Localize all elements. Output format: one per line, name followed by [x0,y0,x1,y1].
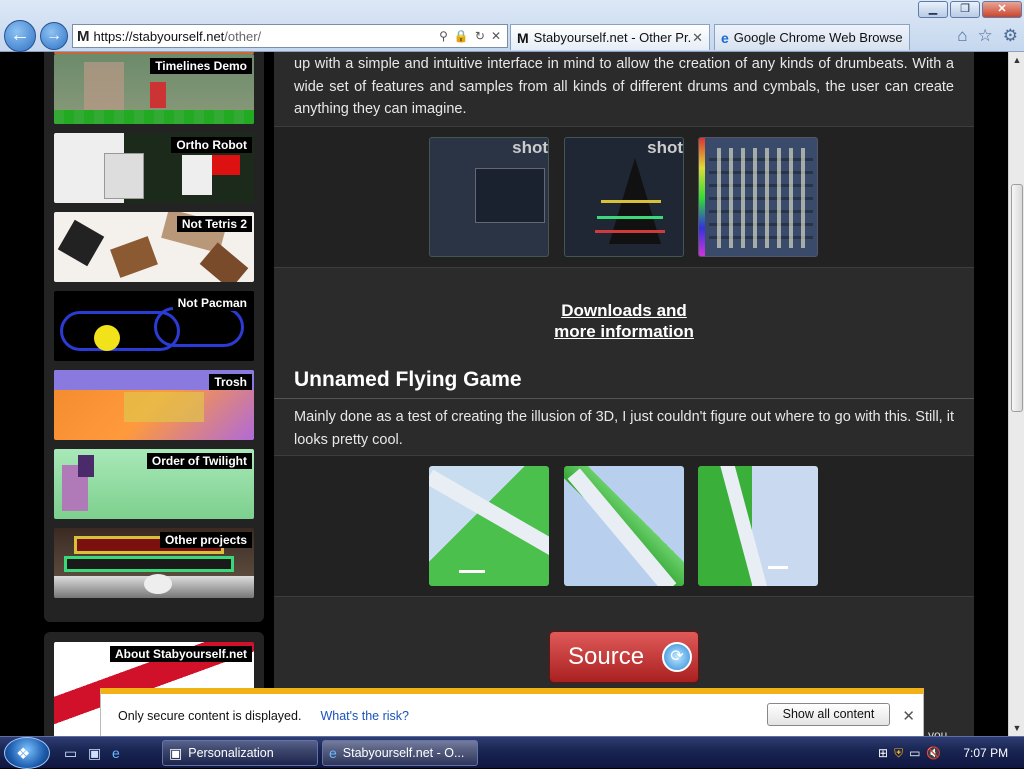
close-icon[interactable]: ✕ [902,707,915,725]
sidebar-item-label: Not Pacman [172,295,252,311]
monitor-icon[interactable]: ▭ [909,746,920,760]
tab-favicon-icon: M [517,29,529,46]
screenshot-6[interactable] [698,466,818,586]
screenshot-4[interactable] [429,466,549,586]
shot-overlay: shot [512,138,548,157]
sidebar-item-not-pacman[interactable]: Not Pacman [54,291,254,361]
browser-toolbar: ▁ ❐ ✕ ← → M https://stabyourself.net/oth… [0,0,1024,52]
address-bar[interactable]: M https://stabyourself.net/other/ ⚲ 🔒 ↻ … [72,24,508,48]
tab-close-icon[interactable]: ✕ [692,30,703,46]
taskbar-item-personalization[interactable]: ▣ Personalization [162,740,318,766]
scroll-up-icon[interactable]: ▲ [1009,52,1024,68]
site-favicon-icon: M [77,27,90,45]
personalization-icon: ▣ [169,744,183,761]
flying-game-screenshots [274,456,974,596]
ie-quicklaunch-icon[interactable]: e [112,745,130,761]
screenshot-5[interactable] [564,466,684,586]
taskbar: ❖ ▭ ▣ e ▣ Personalization e Stabyourself.n… [0,736,1024,769]
close-button[interactable]: ✕ [982,1,1022,18]
scroll-thumb[interactable] [1011,184,1023,412]
downloads-link[interactable]: Downloads and more information [274,300,974,342]
stop-icon[interactable]: ✕ [491,29,501,43]
sidebar-item-order-of-twilight[interactable]: Order of Twilight [54,449,254,519]
switch-windows-icon[interactable]: ▣ [88,745,106,761]
sidebar-item-label: Trosh [209,374,252,390]
download-icon: ⟳ [662,642,692,672]
back-button[interactable]: ← [4,20,36,52]
main-content: up with a simple and intuitive interface… [274,52,974,736]
home-icon[interactable]: ⌂ [957,26,967,46]
source-button[interactable]: Source ⟳ [549,631,699,683]
tab-google-chrome[interactable]: e Google Chrome Web Browser [714,24,910,50]
forward-button[interactable]: → [40,22,68,50]
start-button[interactable]: ❖ [4,737,50,769]
sidebar-item-trosh[interactable]: Trosh [54,370,254,440]
whats-the-risk-link[interactable]: What's the risk? [320,709,409,723]
sidebar-item-label: Other projects [159,532,252,548]
notification-message: Only secure content is displayed. [118,708,302,723]
windows-logo-icon: ❖ [16,746,31,763]
sidebar-item-label: Ortho Robot [171,137,252,153]
network-icon[interactable]: ⊞ [878,746,888,760]
show-all-content-button[interactable]: Show all content [767,703,890,726]
shot-overlay: shot [647,138,683,157]
browser-window: ▁ ❐ ✕ ← → M https://stabyourself.net/oth… [0,0,1024,769]
vertical-scrollbar[interactable]: ▲ ▼ [1008,52,1024,736]
section-paragraph: Mainly done as a test of creating the il… [274,406,974,454]
tab-label: Google Chrome Web Browser [733,30,903,45]
clock[interactable]: 7:07 PM [963,746,1008,760]
project-sidebar: Timelines Demo Ortho Robot Not Tetris 2 … [44,52,264,622]
shield-icon[interactable]: ⛨ [894,746,903,761]
browser-tools: ⌂ ☆ ⚙ [957,26,1018,46]
address-url[interactable]: https://stabyourself.net/other/ [94,29,440,44]
tab-stabyourself[interactable]: M Stabyourself.net - Other Pr... ✕ [510,24,710,50]
minimize-button[interactable]: ▁ [918,1,948,18]
intro-paragraph: up with a simple and intuitive interface… [274,52,974,126]
scroll-down-icon[interactable]: ▼ [1009,720,1024,736]
sidebar-item-not-tetris-2[interactable]: Not Tetris 2 [54,212,254,282]
sidebar-item-label: Timelines Demo [150,58,252,74]
gear-icon[interactable]: ⚙ [1003,26,1018,46]
system-tray: ⊞ ⛨ ▭ 🔇 7:07 PM [872,737,1024,769]
screenshot-2[interactable]: shot [564,137,684,257]
sidebar-item-ortho-robot[interactable]: Ortho Robot [54,133,254,203]
sidebar-item-label: Order of Twilight [146,453,252,469]
page-viewport: Timelines Demo Ortho Robot Not Tetris 2 … [0,52,1008,736]
volume-muted-icon[interactable]: 🔇 [926,746,941,760]
screenshot-3[interactable] [698,137,818,257]
sidebar-item-label: Not Tetris 2 [176,216,252,232]
ie-favicon-icon: e [721,29,729,46]
refresh-icon[interactable]: ↻ [475,29,485,43]
security-notification-bar: Only secure content is displayed. What's… [100,688,924,738]
screenshot-1[interactable]: shot [429,137,549,257]
restore-button[interactable]: ❐ [950,1,980,18]
ie-icon: e [329,745,337,761]
section-title: Unnamed Flying Game [294,368,522,391]
lock-icon[interactable]: 🔒 [454,29,469,43]
show-desktop-icon[interactable]: ▭ [64,745,82,761]
window-controls: ▁ ❐ ✕ [918,1,1022,18]
sidebar-item-timelines-demo[interactable]: Timelines Demo [54,54,254,124]
partial-text: you [928,728,948,736]
taskbar-item-browser[interactable]: e Stabyourself.net - O... [322,740,478,766]
tab-label: Stabyourself.net - Other Pr... [533,30,693,45]
drumbeat-screenshots: shot shot [274,127,974,267]
favorites-star-icon[interactable]: ☆ [978,26,993,46]
search-icon[interactable]: ⚲ [439,29,448,43]
sidebar-item-label: About Stabyourself.net [109,646,252,662]
sidebar-item-other-projects[interactable]: Other projects [54,528,254,598]
